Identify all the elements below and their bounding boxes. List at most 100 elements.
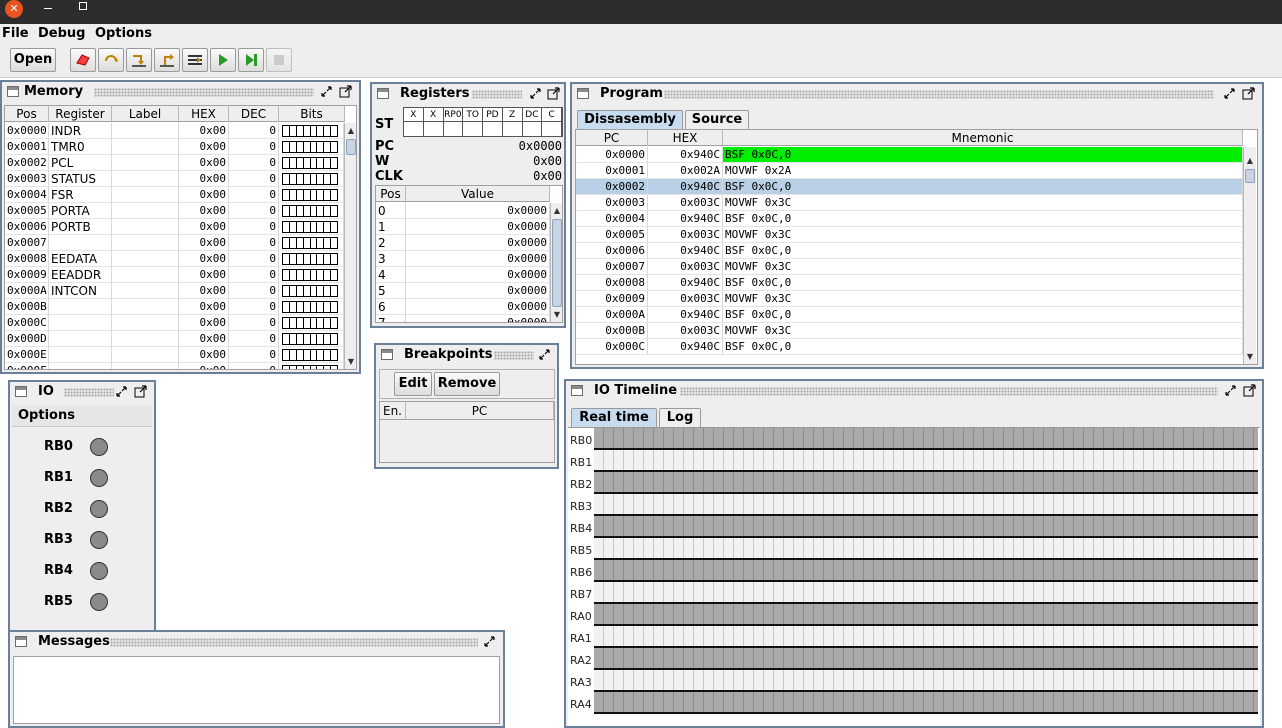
bit-checkbox[interactable]	[331, 302, 337, 312]
bit-checkbox[interactable]	[317, 174, 325, 184]
column-header[interactable]: PC	[406, 402, 554, 420]
bit-checkbox[interactable]	[324, 174, 332, 184]
program-row[interactable]: 0x000C 0x940C BSF 0x0C,0	[576, 339, 1243, 355]
memory-row[interactable]: 0x0003 STATUS 0x00 0	[5, 171, 344, 187]
bit-checkbox[interactable]	[297, 206, 304, 216]
memory-cell-dec[interactable]: 0	[229, 187, 279, 203]
eraser-tool[interactable]	[70, 48, 96, 72]
bit-checkbox[interactable]	[304, 302, 311, 312]
bit-checkbox[interactable]	[331, 174, 337, 184]
memory-cell-bits[interactable]	[279, 363, 344, 369]
memory-cell-hex[interactable]: 0x00	[179, 235, 229, 251]
bit-checkbox[interactable]	[331, 142, 337, 152]
bit-checkbox[interactable]	[331, 350, 337, 360]
bit-checkbox[interactable]	[311, 270, 318, 280]
scroll-thumb[interactable]	[552, 219, 562, 307]
register-cell-value[interactable]: 0x0000	[406, 299, 550, 315]
memory-cell-label[interactable]	[112, 139, 179, 155]
bit-checkbox[interactable]	[304, 206, 311, 216]
memory-cell-label[interactable]	[112, 235, 179, 251]
program-row[interactable]: 0x0000 0x940C BSF 0x0C,0	[576, 147, 1243, 163]
bit-checkbox[interactable]	[331, 206, 337, 216]
bit-checkbox[interactable]	[297, 190, 304, 200]
status-bit-value[interactable]	[503, 122, 523, 136]
step-over-tool[interactable]	[98, 48, 124, 72]
memory-cell-hex[interactable]: 0x00	[179, 123, 229, 139]
memory-cell-label[interactable]	[112, 203, 179, 219]
column-header[interactable]: DEC	[229, 106, 279, 122]
bit-checkbox[interactable]	[311, 334, 318, 344]
tab-real-time[interactable]: Real time	[571, 408, 657, 427]
bit-checkbox[interactable]	[331, 222, 337, 232]
bit-checkbox[interactable]	[317, 318, 325, 328]
window-close-icon[interactable]: ✕	[5, 0, 23, 18]
memory-scrollbar[interactable]: ▲ ▼	[344, 123, 356, 369]
bit-checkbox[interactable]	[324, 350, 332, 360]
bit-checkbox[interactable]	[290, 302, 297, 312]
memory-cell-dec[interactable]: 0	[229, 155, 279, 171]
bit-checkbox[interactable]	[283, 174, 290, 184]
maximize-icon[interactable]	[1242, 87, 1255, 100]
bit-checkbox[interactable]	[311, 350, 318, 360]
bit-checkbox[interactable]	[304, 190, 311, 200]
memory-cell-dec[interactable]: 0	[229, 315, 279, 331]
bit-checkbox[interactable]	[317, 302, 325, 312]
status-bit-value[interactable]	[483, 122, 503, 136]
register-row[interactable]: 0 0x0000	[376, 203, 550, 219]
program-row[interactable]: 0x0002 0x940C BSF 0x0C,0	[576, 179, 1243, 195]
bit-checkbox[interactable]	[283, 158, 290, 168]
bit-checkbox[interactable]	[283, 318, 290, 328]
memory-cell-dec[interactable]: 0	[229, 235, 279, 251]
memory-cell-hex[interactable]: 0x00	[179, 283, 229, 299]
memory-cell-dec[interactable]: 0	[229, 331, 279, 347]
bit-checkbox[interactable]	[297, 142, 304, 152]
step-out-tool[interactable]	[154, 48, 180, 72]
memory-cell-dec[interactable]: 0	[229, 123, 279, 139]
bit-checkbox[interactable]	[324, 318, 332, 328]
memory-cell-dec[interactable]: 0	[229, 251, 279, 267]
bit-checkbox[interactable]	[317, 222, 325, 232]
bit-checkbox[interactable]	[324, 142, 332, 152]
bit-checkbox[interactable]	[331, 254, 337, 264]
bit-checkbox[interactable]	[290, 222, 297, 232]
bit-checkbox[interactable]	[304, 126, 311, 136]
program-row[interactable]: 0x0007 0x003C MOVWF 0x3C	[576, 259, 1243, 275]
bit-checkboxes[interactable]	[282, 253, 338, 265]
memory-cell-hex[interactable]: 0x00	[179, 219, 229, 235]
bit-checkbox[interactable]	[317, 238, 325, 248]
memory-row[interactable]: 0x000F 0x000	[5, 363, 344, 369]
bit-checkbox[interactable]	[304, 158, 311, 168]
bit-checkbox[interactable]	[311, 142, 318, 152]
bit-checkboxes[interactable]	[282, 221, 338, 233]
memory-cell-bits[interactable]	[279, 139, 344, 155]
memory-cell-bits[interactable]	[279, 171, 344, 187]
bit-checkbox[interactable]	[290, 190, 297, 200]
memory-cell-bits[interactable]	[279, 347, 344, 363]
bit-checkbox[interactable]	[324, 190, 332, 200]
bit-checkbox[interactable]	[283, 286, 290, 296]
bit-checkbox[interactable]	[297, 270, 304, 280]
memory-row[interactable]: 0x0002 PCL 0x00 0	[5, 155, 344, 171]
bit-checkboxes[interactable]	[282, 125, 338, 137]
memory-cell-bits[interactable]	[279, 187, 344, 203]
bit-checkbox[interactable]	[304, 222, 311, 232]
memory-cell-label[interactable]	[112, 299, 179, 315]
bit-checkbox[interactable]	[304, 142, 311, 152]
bit-checkbox[interactable]	[324, 270, 332, 280]
messages-frame-titlebar[interactable]: Messages	[10, 632, 503, 652]
scroll-thumb[interactable]	[346, 139, 356, 155]
register-cell-value[interactable]: 0x0000	[406, 251, 550, 267]
program-row[interactable]: 0x000A 0x940C BSF 0x0C,0	[576, 307, 1243, 323]
bit-checkbox[interactable]	[311, 238, 318, 248]
program-scrollbar[interactable]: ▲ ▼	[1243, 147, 1256, 364]
bit-checkbox[interactable]	[317, 158, 325, 168]
restore-icon[interactable]	[115, 385, 128, 398]
memory-cell-hex[interactable]: 0x00	[179, 315, 229, 331]
bit-checkbox[interactable]	[304, 318, 311, 328]
bit-checkbox[interactable]	[324, 238, 332, 248]
bit-checkbox[interactable]	[324, 158, 332, 168]
restore-icon[interactable]	[538, 348, 551, 361]
program-row[interactable]: 0x000B 0x003C MOVWF 0x3C	[576, 323, 1243, 339]
bit-checkbox[interactable]	[311, 366, 318, 369]
status-bit-value[interactable]	[404, 122, 424, 136]
